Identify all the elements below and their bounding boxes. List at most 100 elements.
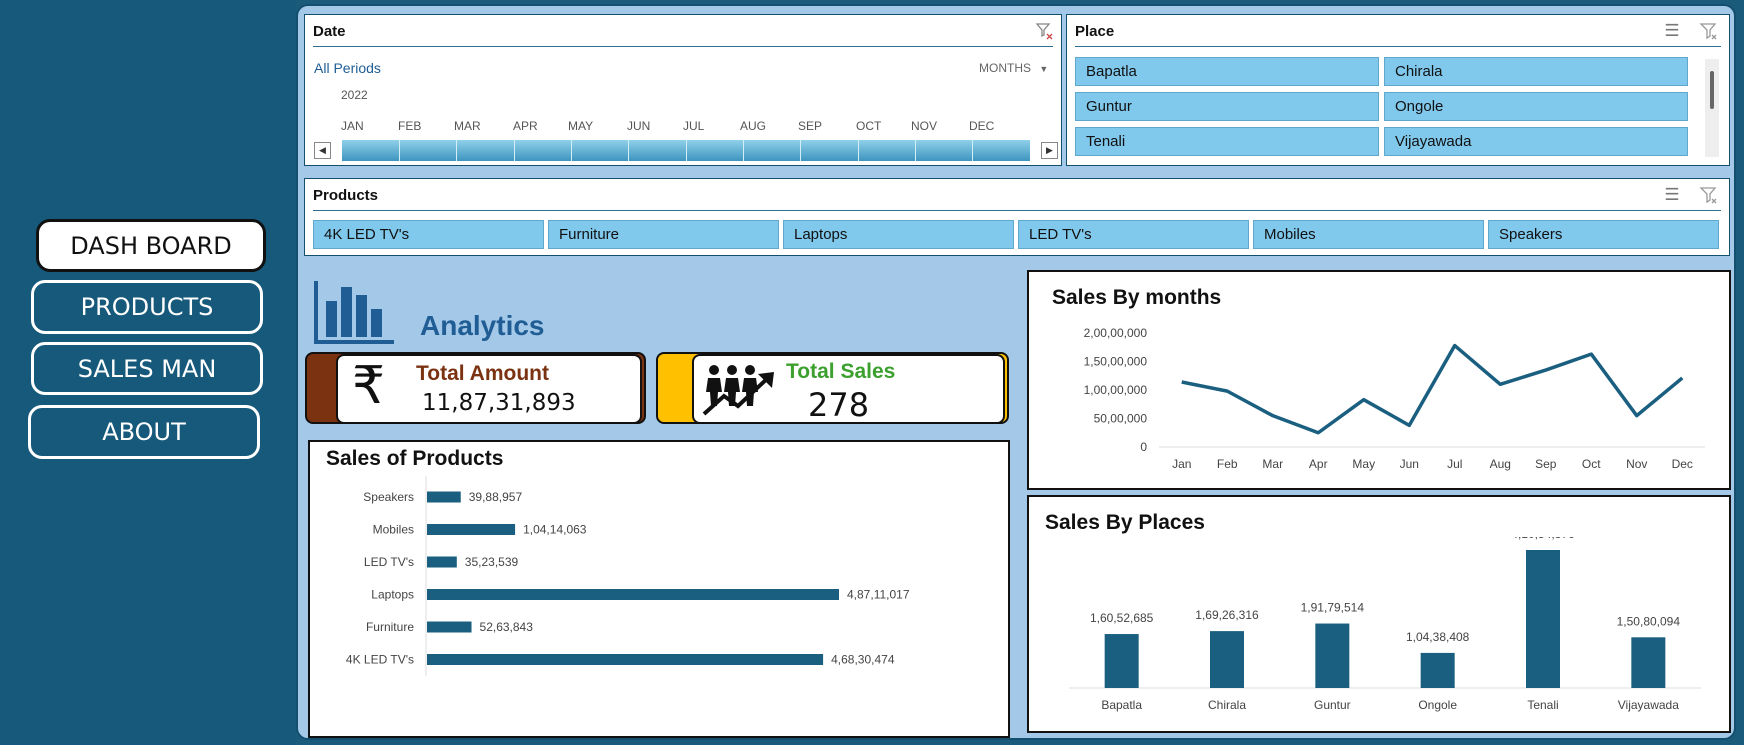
- x-tick-label: Oct: [1582, 457, 1601, 471]
- y-tick-label: 50,00,000: [1094, 412, 1148, 426]
- place-item[interactable]: Bapatla: [1075, 57, 1379, 86]
- x-tick-label: May: [1352, 457, 1375, 471]
- divider: [399, 140, 400, 161]
- clear-filter-icon[interactable]: [1697, 21, 1719, 43]
- place-item[interactable]: Ongole: [1384, 92, 1688, 121]
- product-item[interactable]: 4K LED TV's: [313, 220, 544, 249]
- divider: [571, 140, 572, 161]
- sales-of-products-panel: Sales of Products Speakers 39,88,957 Mobil…: [308, 440, 1010, 738]
- analytics-chart-icon: [314, 279, 396, 350]
- data-label: 1,04,14,063: [523, 523, 587, 537]
- chevron-down-icon: ▼: [1039, 64, 1049, 74]
- nav-dashboard-button[interactable]: DASH BOARD: [36, 219, 266, 272]
- x-tick-label: Mar: [1262, 457, 1283, 471]
- place-slicer-title: Place: [1075, 23, 1115, 40]
- product-item[interactable]: Speakers: [1488, 220, 1719, 249]
- product-item[interactable]: Furniture: [548, 220, 779, 249]
- divider: [628, 140, 629, 161]
- rupee-icon: ₹: [352, 356, 386, 416]
- place-item[interactable]: Guntur: [1075, 92, 1379, 121]
- sales-by-places-title: Sales By Places: [1045, 511, 1205, 534]
- month-label[interactable]: JUN: [627, 119, 650, 133]
- category-label: Laptops: [371, 588, 414, 602]
- month-label[interactable]: APR: [513, 119, 538, 133]
- nav-products-button[interactable]: PRODUCTS: [31, 280, 263, 334]
- divider: [1075, 46, 1721, 47]
- x-tick-label: Nov: [1626, 457, 1647, 471]
- x-tick-label: Chirala: [1208, 698, 1246, 712]
- divider: [858, 140, 859, 161]
- month-label[interactable]: AUG: [740, 119, 766, 133]
- multi-select-icon[interactable]: ☰: [1661, 21, 1683, 43]
- scroll-right-icon[interactable]: ▶: [1041, 142, 1058, 159]
- scroll-left-icon[interactable]: ◀: [314, 142, 331, 159]
- x-tick-label: Dec: [1672, 457, 1693, 471]
- scrollbar-thumb[interactable]: [1710, 71, 1714, 109]
- x-tick-label: Ongole: [1418, 698, 1457, 712]
- month-label[interactable]: MAR: [454, 119, 481, 133]
- divider: [915, 140, 916, 161]
- category-label: LED TV's: [364, 555, 414, 569]
- products-slicer: Products ☰ 4K LED TV's Furniture Laptops…: [304, 178, 1730, 256]
- bar: [427, 589, 839, 600]
- place-slicer: Place ☰ Bapatla Chirala Guntur Ongole Te…: [1066, 14, 1730, 166]
- y-tick-label: 1,50,00,000: [1084, 355, 1148, 369]
- bar: [427, 524, 516, 535]
- bar: [427, 654, 824, 665]
- product-item[interactable]: LED TV's: [1018, 220, 1249, 249]
- timeline-bar[interactable]: [342, 140, 1030, 161]
- place-item[interactable]: Chirala: [1384, 57, 1688, 86]
- category-label: Furniture: [366, 620, 414, 634]
- product-item[interactable]: Laptops: [783, 220, 1014, 249]
- products-slicer-title: Products: [313, 187, 379, 204]
- data-label: 4,87,11,017: [847, 588, 910, 602]
- bar: [1315, 623, 1350, 688]
- total-amount-card: ₹ Total Amount 11,87,31,893: [336, 354, 642, 424]
- month-label[interactable]: NOV: [911, 119, 937, 133]
- bar: [427, 556, 457, 568]
- x-tick-label: Jul: [1447, 457, 1462, 471]
- divider: [800, 140, 801, 161]
- dashboard-main: Date All Periods MONTHS ▼ 2022 JAN FEB M…: [296, 4, 1736, 740]
- data-label: 39,88,957: [469, 490, 523, 504]
- y-tick-label: 2,00,00,000: [1084, 326, 1148, 340]
- month-label[interactable]: DEC: [969, 119, 994, 133]
- nav-about-button[interactable]: ABOUT: [28, 405, 260, 459]
- month-label[interactable]: OCT: [856, 119, 881, 133]
- y-tick-label: 1,00,00,000: [1084, 383, 1148, 397]
- all-periods-label: All Periods: [314, 60, 381, 76]
- x-tick-label: Jan: [1172, 457, 1191, 471]
- sales-of-products-chart: Speakers 39,88,957 Mobiles 1,04,14,063 LED T…: [346, 476, 910, 676]
- bar: [1526, 550, 1560, 688]
- divider: [686, 140, 687, 161]
- x-tick-label: Sep: [1535, 457, 1557, 471]
- place-item[interactable]: Tenali: [1075, 127, 1379, 156]
- sales-by-months-panel: Sales By months 0 50,00,000 1,00,00,000 1,5…: [1027, 270, 1731, 490]
- month-label[interactable]: JUL: [683, 119, 704, 133]
- x-tick-label: Jun: [1400, 457, 1419, 471]
- clear-filter-icon[interactable]: [1697, 185, 1719, 207]
- x-tick-label: Guntur: [1314, 698, 1351, 712]
- month-label[interactable]: FEB: [398, 119, 421, 133]
- divider: [972, 140, 973, 161]
- data-label: 35,23,539: [465, 555, 519, 569]
- x-tick-label: Apr: [1309, 457, 1328, 471]
- place-item[interactable]: Vijayawada: [1384, 127, 1688, 156]
- series-line: [1181, 343, 1684, 435]
- granularity-dropdown[interactable]: MONTHS ▼: [979, 61, 1048, 75]
- clear-filter-icon[interactable]: [1033, 21, 1055, 43]
- bar: [1420, 652, 1455, 688]
- divider: [456, 140, 457, 161]
- multi-select-icon[interactable]: ☰: [1661, 185, 1683, 207]
- date-slicer-title: Date: [313, 23, 346, 40]
- nav-sales-man-button[interactable]: SALES MAN: [31, 342, 263, 395]
- data-label: 1,04,38,408: [1406, 630, 1470, 644]
- data-label: 1,50,80,094: [1617, 614, 1681, 628]
- bar: [1210, 631, 1244, 688]
- scrollbar[interactable]: [1705, 59, 1719, 157]
- month-label[interactable]: MAY: [568, 119, 593, 133]
- x-tick-label: Bapatla: [1101, 698, 1142, 712]
- month-label[interactable]: SEP: [798, 119, 822, 133]
- month-label[interactable]: JAN: [341, 119, 364, 133]
- product-item[interactable]: Mobiles: [1253, 220, 1484, 249]
